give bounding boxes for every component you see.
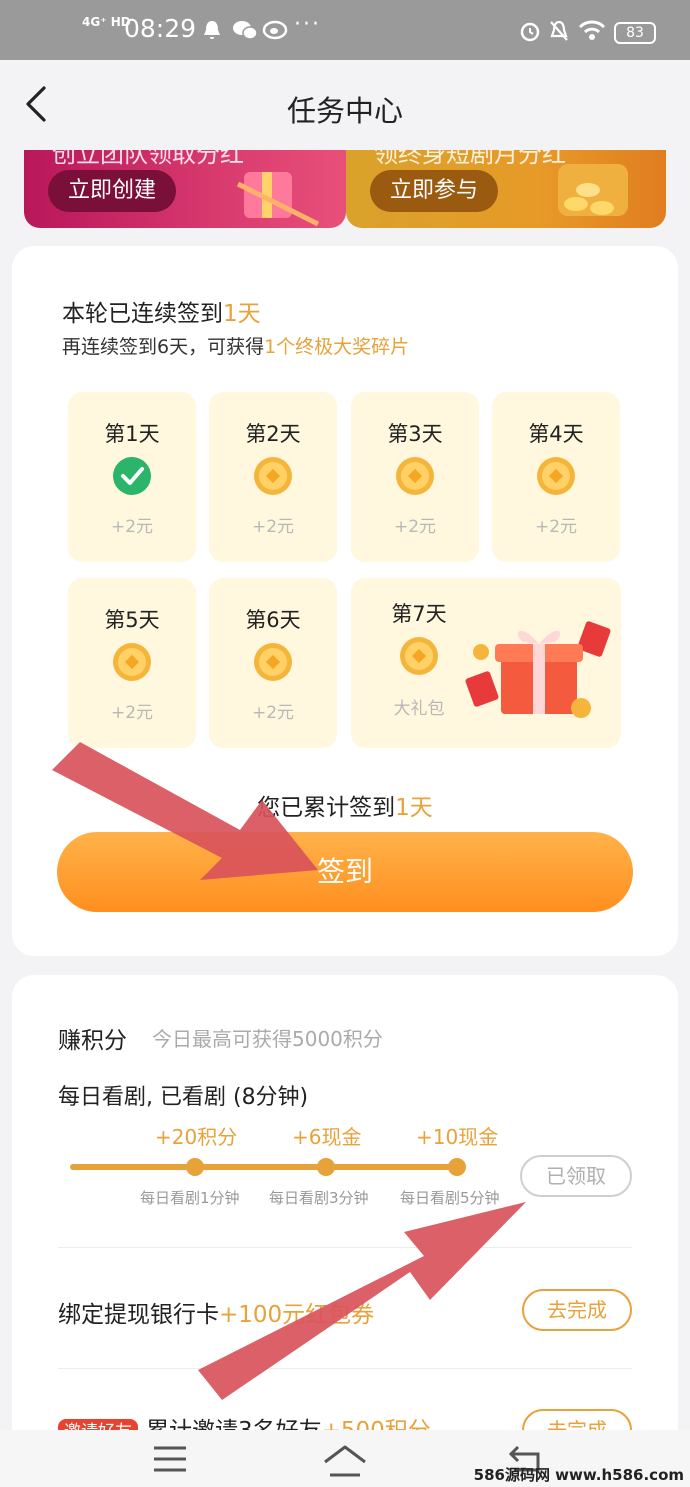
tip-label: 再连续签到6天，可获得 (62, 336, 265, 358)
weibo-icon (262, 20, 288, 40)
milestone-reward: +10现金 (416, 1125, 499, 1149)
milestone-label: 每日看剧3分钟 (269, 1189, 369, 1207)
gift-box-icon (236, 172, 320, 227)
day-reward: +2元 (251, 517, 295, 537)
streak-value: 1天 (223, 301, 261, 327)
status-bar: 4G⁺ HD 08:29 ··· 83 (0, 0, 690, 60)
task-reward: +100元红包券 (219, 1302, 375, 1328)
milestone-reward: +20积分 (155, 1125, 238, 1149)
divider (58, 1368, 632, 1369)
create-team-banner[interactable]: 创立团队领取分红 立即创建 (24, 150, 346, 228)
earn-points-subtitle: 今日最高可获得5000积分 (152, 1027, 383, 1051)
milestone-label: 每日看剧5分钟 (400, 1189, 500, 1207)
day-tile-3[interactable]: 第3天 +2元 (351, 392, 479, 562)
gold-ingot-icon (558, 164, 628, 216)
day-reward: +2元 (110, 517, 154, 537)
total-signin-text: 您已累计签到1天 (12, 788, 678, 822)
milestone-dot (317, 1158, 335, 1176)
streak-label: 本轮已连续签到 (62, 301, 223, 327)
more-status-indicator: ··· (294, 12, 321, 37)
day-tile-1[interactable]: 第1天 +2元 (68, 392, 196, 562)
task-label: 绑定提现银行卡 (58, 1302, 219, 1328)
watch-progress-bar (70, 1164, 458, 1170)
tip-highlight: 1个终极大奖碎片 (264, 336, 410, 358)
reward-tip: 再连续签到6天，可获得1个终极大奖碎片 (62, 332, 409, 359)
milestone-dot (448, 1158, 466, 1176)
day-label: 第6天 (245, 608, 301, 632)
alarm-icon (520, 22, 540, 42)
day-label: 第3天 (387, 422, 443, 446)
total-label: 您已累计签到 (257, 795, 396, 821)
big-gift-icon (465, 621, 611, 718)
bind-bank-card-go-button[interactable]: 去完成 (522, 1289, 632, 1331)
monthly-dividend-banner[interactable]: 领终身短剧月分红 立即参与 (346, 150, 666, 228)
signin-card: 本轮已连续签到1天 再连续签到6天，可获得1个终极大奖碎片 第1天 +2元 第2… (12, 246, 678, 956)
day-tile-4[interactable]: 第4天 +2元 (492, 392, 620, 562)
coin-icon (254, 643, 292, 681)
menu-icon[interactable] (152, 1444, 188, 1474)
coin-icon (113, 643, 151, 681)
coin-icon (537, 457, 575, 495)
total-value: 1天 (395, 795, 433, 821)
day-tile-7[interactable]: 第7天 大礼包 (351, 578, 621, 748)
day-reward: +2元 (393, 517, 437, 537)
milestone-label: 每日看剧1分钟 (140, 1189, 240, 1207)
day-reward: +2元 (534, 517, 578, 537)
daily-watch-title: 每日看剧, 已看剧 (8分钟) (58, 1085, 309, 1110)
status-time: 08:29 (124, 14, 197, 43)
milestone-reward: +6现金 (292, 1125, 362, 1149)
earn-points-card: 赚积分 今日最高可获得5000积分 每日看剧, 已看剧 (8分钟) +20积分 … (12, 975, 678, 1487)
notification-icon (204, 21, 220, 39)
day-tile-2[interactable]: 第2天 +2元 (209, 392, 337, 562)
coin-icon (400, 637, 438, 675)
bind-bank-card-task: 绑定提现银行卡+100元红包券 (58, 1295, 374, 1329)
day-reward: +2元 (251, 703, 295, 723)
page-header: 任务中心 (0, 60, 690, 150)
day-tile-6[interactable]: 第6天 +2元 (209, 578, 337, 748)
join-now-button[interactable]: 立即参与 (370, 170, 499, 212)
checkmark-icon (113, 457, 151, 495)
divider (58, 1247, 632, 1248)
earn-points-title: 赚积分 (58, 1028, 127, 1054)
milestone-dot (186, 1158, 204, 1176)
claimed-button[interactable]: 已领取 (520, 1155, 632, 1197)
page-title: 任务中心 (286, 94, 403, 128)
system-nav-bar: 586源码网 www.h586.com (0, 1430, 690, 1487)
wechat-icon (233, 21, 258, 40)
streak-text: 本轮已连续签到1天 (62, 294, 261, 328)
coin-icon (396, 457, 434, 495)
day-reward: +2元 (110, 703, 154, 723)
coin-icon (254, 457, 292, 495)
home-icon[interactable] (322, 1444, 368, 1478)
create-now-button[interactable]: 立即创建 (48, 170, 177, 212)
day-label: 第5天 (104, 608, 160, 632)
day-tile-5[interactable]: 第5天 +2元 (68, 578, 196, 748)
wifi-icon (578, 20, 606, 40)
day-label: 第2天 (245, 422, 301, 446)
battery-indicator: 83 (614, 22, 656, 44)
mute-icon (550, 20, 568, 41)
watermark: 586源码网 www.h586.com (473, 1466, 684, 1484)
day-label: 第4天 (528, 422, 584, 446)
signin-button[interactable]: 签到 (57, 832, 633, 912)
day-label: 第1天 (104, 422, 160, 446)
